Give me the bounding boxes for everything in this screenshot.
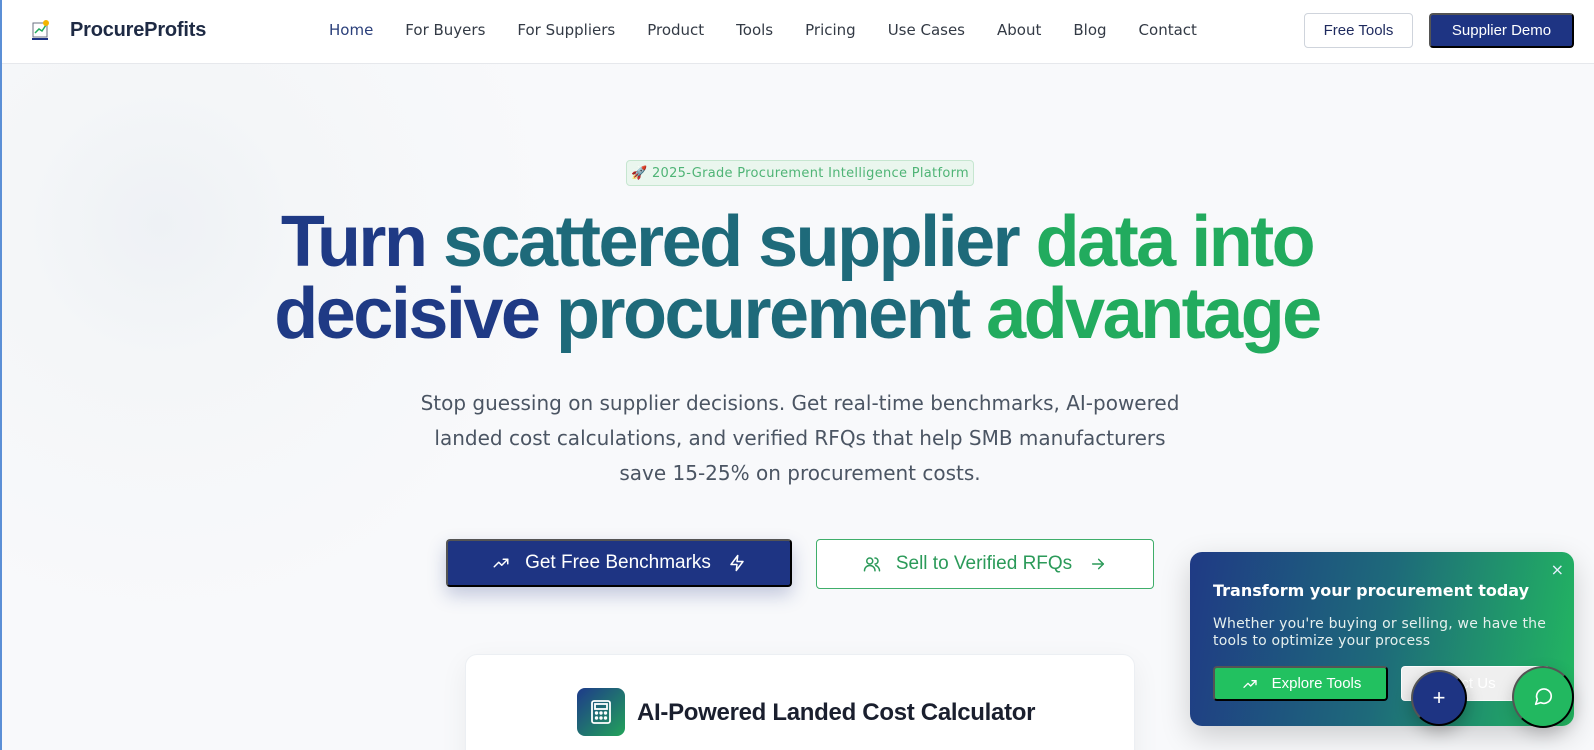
logo-icon — [30, 18, 54, 42]
cta-primary-label: Get Free Benchmarks — [525, 552, 711, 573]
hero-subtitle: Stop guessing on supplier decisions. Get… — [420, 391, 1180, 485]
trend-up-icon — [1240, 674, 1260, 694]
calculator-title: AI-Powered Landed Cost Calculator — [637, 699, 1036, 726]
nav-item-pricing[interactable]: Pricing — [805, 21, 856, 39]
hero-title-part: Turn — [280, 202, 443, 282]
plus-fab-button[interactable]: + — [1411, 670, 1467, 726]
brand-name: ProcureProfits — [70, 18, 207, 41]
hero-title-part: data into — [1035, 202, 1316, 282]
hero-title-part: procurement — [555, 274, 987, 354]
landed-cost-calculator-card: AI-Powered Landed Cost Calculator — [465, 654, 1135, 750]
arrow-right-icon — [1088, 554, 1108, 574]
supplier-demo-button[interactable]: Supplier Demo — [1429, 13, 1574, 48]
brand-logo[interactable]: ProcureProfits — [30, 18, 206, 42]
main-nav: Home For Buyers For Suppliers Product To… — [329, 21, 1229, 39]
close-icon[interactable]: × — [1551, 560, 1564, 579]
nav-item-for-buyers[interactable]: For Buyers — [405, 21, 485, 39]
calculator-icon — [577, 688, 625, 736]
hero-title-part: scattered supplier — [442, 202, 1036, 282]
hero-title-line-2: decisive procurement advantage — [0, 278, 1594, 350]
nav-item-product[interactable]: Product — [647, 21, 704, 39]
hero-title: Turn scattered supplier data into decisi… — [0, 206, 1594, 350]
popup-text: Whether you're buying or selling, we hav… — [1213, 616, 1547, 649]
hero-title-part: decisive — [274, 274, 556, 354]
chat-icon — [1532, 685, 1554, 710]
cta-secondary-label: Sell to Verified RFQs — [895, 553, 1073, 574]
nav-item-use-cases[interactable]: Use Cases — [888, 21, 965, 39]
hero-title-part: advantage — [986, 274, 1322, 354]
trend-up-icon — [491, 553, 511, 573]
hero-title-line-1: Turn scattered supplier data into — [0, 206, 1594, 278]
chat-fab-button[interactable] — [1512, 666, 1574, 728]
lightning-icon — [727, 553, 747, 573]
hero-badge: 🚀 2025-Grade Procurement Intelligence Pl… — [626, 160, 974, 186]
free-tools-button[interactable]: Free Tools — [1304, 13, 1413, 48]
popup-title: Transform your procurement today — [1213, 581, 1530, 600]
nav-item-blog[interactable]: Blog — [1073, 21, 1106, 39]
site-header: ProcureProfits Home For Buyers For Suppl… — [0, 0, 1594, 64]
get-free-benchmarks-button[interactable]: Get Free Benchmarks — [446, 539, 792, 587]
explore-tools-label: Explore Tools — [1271, 675, 1362, 692]
left-accent-bar — [0, 0, 2, 750]
nav-item-contact[interactable]: Contact — [1139, 21, 1197, 39]
sell-to-verified-rfqs-button[interactable]: Sell to Verified RFQs — [816, 539, 1154, 589]
nav-item-about[interactable]: About — [997, 21, 1041, 39]
explore-tools-button[interactable]: Explore Tools — [1213, 666, 1388, 701]
nav-item-for-suppliers[interactable]: For Suppliers — [517, 21, 615, 39]
nav-item-tools[interactable]: Tools — [736, 21, 773, 39]
users-icon — [862, 554, 882, 574]
nav-item-home[interactable]: Home — [329, 21, 373, 39]
